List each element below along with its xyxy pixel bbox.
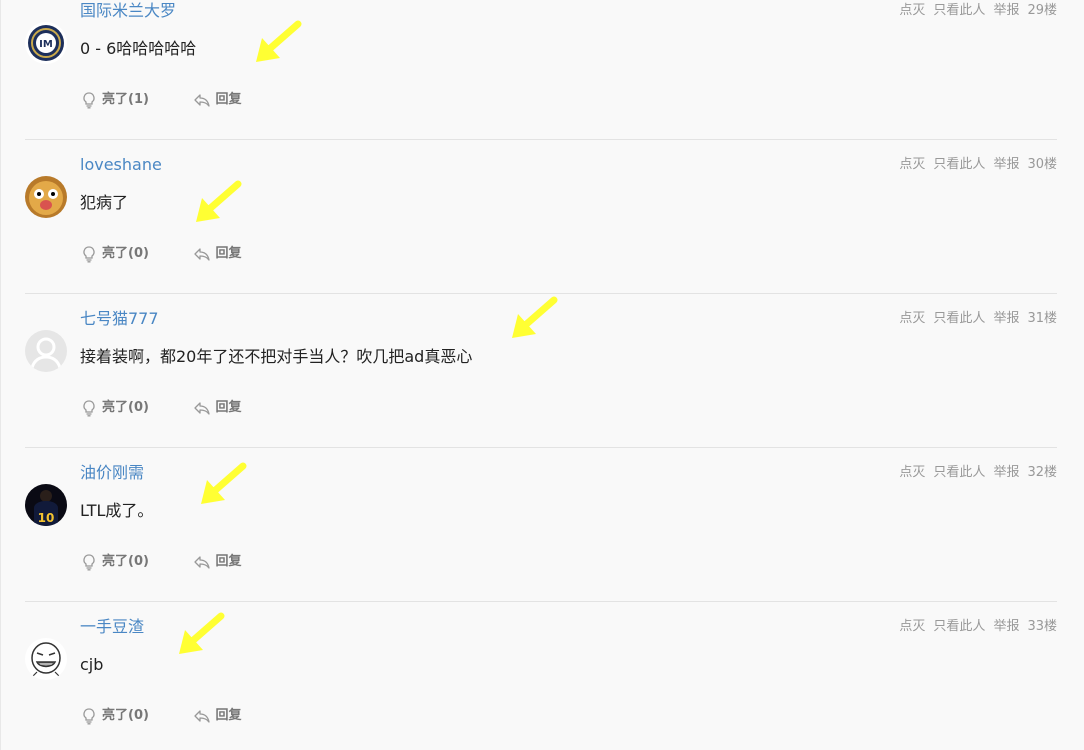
light-button[interactable]: 亮了(1) (80, 91, 149, 109)
floor-number: 33楼 (1027, 619, 1057, 634)
comment-actions: 亮了(0) 回复 (80, 245, 241, 269)
comment-item: 10 油价刚需 LTL成了。 点灭 只看此人 举报 32楼 亮了(0) 回复 (0, 462, 1084, 616)
reply-button[interactable]: 回复 (193, 707, 241, 725)
report-button[interactable]: 举报 (993, 157, 1019, 172)
reply-arrow-icon (194, 248, 211, 261)
divider (25, 139, 1057, 140)
yellow-arrow-annotation-icon (196, 180, 242, 222)
light-count-label: 亮了(0) (102, 400, 149, 415)
only-view-author-button[interactable]: 只看此人 (933, 619, 985, 634)
divider (25, 447, 1057, 448)
lightbulb-icon (83, 554, 95, 571)
comment-item: IM 国际米兰大罗 0 - 6哈哈哈哈哈 点灭 只看此人 举报 29楼 亮了(1) 回… (0, 0, 1084, 154)
username[interactable]: 国际米兰大罗 (80, 0, 176, 22)
light-button[interactable]: 亮了(0) (80, 553, 149, 571)
svg-text:10: 10 (38, 511, 55, 525)
meme-face-icon (25, 638, 67, 680)
dislike-button[interactable]: 点灭 (899, 619, 925, 634)
dislike-button[interactable]: 点灭 (899, 465, 925, 480)
report-button[interactable]: 举报 (993, 311, 1019, 326)
light-button[interactable]: 亮了(0) (80, 399, 149, 417)
avatar[interactable] (25, 176, 67, 218)
comment-meta-actions: 点灭 只看此人 举报 29楼 (891, 2, 1057, 20)
username[interactable]: loveshane (80, 154, 162, 176)
reply-label: 回复 (215, 92, 242, 107)
yellow-arrow-annotation-icon (179, 612, 225, 654)
jersey-number-10-icon: 10 (25, 484, 67, 526)
light-count-label: 亮了(0) (102, 708, 149, 723)
comment-actions: 亮了(0) 回复 (80, 707, 241, 731)
reply-button[interactable]: 回复 (193, 91, 241, 109)
comment-text: LTL成了。 (80, 501, 154, 520)
comment-actions: 亮了(1) 回复 (80, 91, 241, 115)
username[interactable]: 油价刚需 (80, 462, 144, 484)
light-count-label: 亮了(0) (102, 554, 149, 569)
only-view-author-button[interactable]: 只看此人 (933, 157, 985, 172)
only-view-author-button[interactable]: 只看此人 (933, 3, 985, 18)
lightbulb-icon (83, 400, 95, 417)
dislike-button[interactable]: 点灭 (899, 3, 925, 18)
divider (25, 293, 1057, 294)
avatar[interactable]: IM (25, 22, 67, 64)
comment-text: 接着装啊，都20年了还不把对手当人？吹几把ad真恶心 (80, 347, 473, 366)
reply-button[interactable]: 回复 (193, 399, 241, 417)
lightbulb-icon (83, 92, 95, 109)
comment-list-page: IM 国际米兰大罗 0 - 6哈哈哈哈哈 点灭 只看此人 举报 29楼 亮了(1) 回… (0, 0, 1084, 750)
comment-actions: 亮了(0) 回复 (80, 553, 241, 577)
light-button[interactable]: 亮了(0) (80, 707, 149, 725)
comment-meta-actions: 点灭 只看此人 举报 30楼 (891, 156, 1057, 174)
comment-meta-actions: 点灭 只看此人 举报 33楼 (891, 618, 1057, 636)
dislike-button[interactable]: 点灭 (899, 311, 925, 326)
comment-text: cjb (80, 655, 104, 674)
default-user-silhouette-icon (25, 330, 67, 372)
lightbulb-icon (83, 246, 95, 263)
comment-text: 犯病了 (80, 193, 129, 212)
reply-label: 回复 (215, 554, 242, 569)
comment-text: 0 - 6哈哈哈哈哈 (80, 39, 197, 58)
avatar[interactable]: 10 (25, 484, 67, 526)
avatar[interactable] (25, 638, 67, 680)
comment-item: loveshane 犯病了 点灭 只看此人 举报 30楼 亮了(0) 回复 (0, 154, 1084, 308)
floor-number: 29楼 (1027, 3, 1057, 18)
floor-number: 32楼 (1027, 465, 1057, 480)
comment-actions: 亮了(0) 回复 (80, 399, 241, 423)
svg-text:IM: IM (39, 39, 53, 50)
lightbulb-icon (83, 708, 95, 725)
comment-meta-actions: 点灭 只看此人 举报 31楼 (891, 310, 1057, 328)
reply-arrow-icon (194, 402, 211, 415)
dislike-button[interactable]: 点灭 (899, 157, 925, 172)
only-view-author-button[interactable]: 只看此人 (933, 465, 985, 480)
comment-item: 一手豆渣 cjb 点灭 只看此人 举报 33楼 亮了(0) 回复 (0, 616, 1084, 750)
inter-milan-logo-icon: IM (25, 22, 67, 64)
only-view-author-button[interactable]: 只看此人 (933, 311, 985, 326)
yellow-arrow-annotation-icon (256, 20, 302, 62)
reply-arrow-icon (194, 556, 211, 569)
yellow-arrow-annotation-icon (512, 296, 558, 338)
reply-arrow-icon (194, 94, 211, 107)
reply-button[interactable]: 回复 (193, 245, 241, 263)
cartoon-monkey-face-icon (25, 176, 67, 218)
username[interactable]: 一手豆渣 (80, 616, 144, 638)
reply-arrow-icon (194, 710, 211, 723)
divider (25, 601, 1057, 602)
report-button[interactable]: 举报 (993, 3, 1019, 18)
reply-label: 回复 (215, 400, 242, 415)
light-button[interactable]: 亮了(0) (80, 245, 149, 263)
report-button[interactable]: 举报 (993, 465, 1019, 480)
light-count-label: 亮了(0) (102, 246, 149, 261)
reply-label: 回复 (215, 246, 242, 261)
yellow-arrow-annotation-icon (201, 462, 247, 504)
username[interactable]: 七号猫777 (80, 308, 159, 330)
reply-button[interactable]: 回复 (193, 553, 241, 571)
light-count-label: 亮了(1) (102, 92, 149, 107)
comment-meta-actions: 点灭 只看此人 举报 32楼 (891, 464, 1057, 482)
report-button[interactable]: 举报 (993, 619, 1019, 634)
floor-number: 31楼 (1027, 311, 1057, 326)
avatar[interactable] (25, 330, 67, 372)
floor-number: 30楼 (1027, 157, 1057, 172)
reply-label: 回复 (215, 708, 242, 723)
